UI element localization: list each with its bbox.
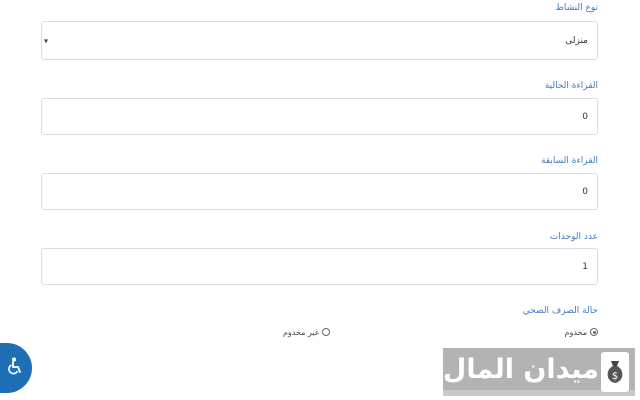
units-value: 1 [582,261,588,272]
sanitation-radio-group: مخدوم غير مخدوم [278,325,598,339]
current-reading-input[interactable]: 0 [41,98,598,135]
svg-text:$: $ [612,371,618,382]
radio-not-served-control[interactable] [322,328,330,336]
radio-served-label: مخدوم [564,327,587,337]
accessibility-button[interactable] [0,343,32,393]
current-reading-label: القراءة الحالية [544,81,598,91]
brand-name: ميدان المال [443,354,599,385]
money-bag-icon: $ [601,352,629,392]
wheelchair-icon [7,357,23,379]
sanitation-label: حالة الصرف الصحي [522,306,598,316]
previous-reading-label: القراءة السابقة [541,156,598,166]
brand-logo: ميدان المال $ [443,348,635,396]
activity-type-select[interactable]: منزلى ▾ [41,21,598,60]
radio-served[interactable]: مخدوم [565,325,598,339]
units-label: عدد الوحدات [549,232,598,242]
previous-reading-input[interactable]: 0 [41,173,598,210]
current-reading-value: 0 [582,111,588,122]
radio-not-served[interactable]: غير مخدوم [283,325,330,339]
chevron-down-icon: ▾ [44,36,49,45]
radio-served-control[interactable] [590,328,598,336]
activity-type-value: منزلى [565,35,588,46]
radio-not-served-label: غير مخدوم [282,327,319,337]
previous-reading-value: 0 [582,186,588,197]
activity-type-label: نوع النشاط [555,3,598,13]
units-input[interactable]: 1 [41,248,598,285]
